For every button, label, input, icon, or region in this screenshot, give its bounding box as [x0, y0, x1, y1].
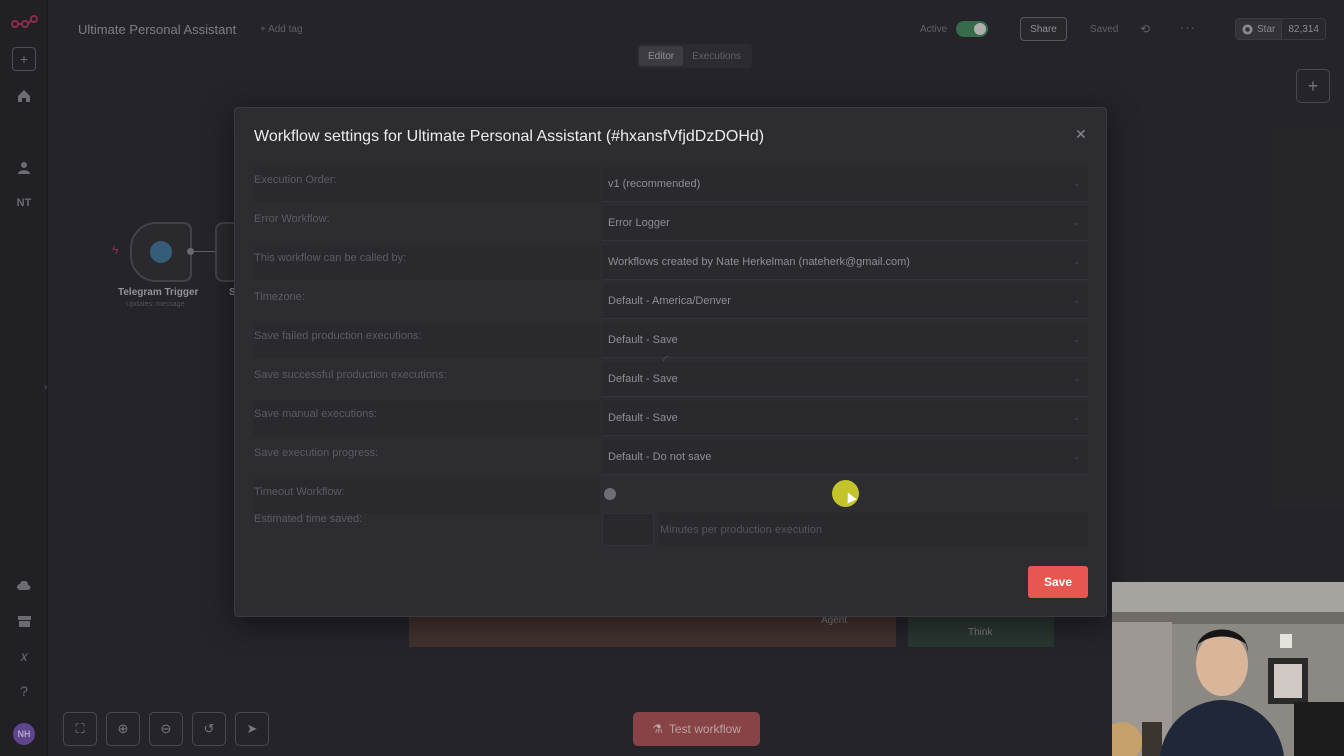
timeout-toggle[interactable] [604, 488, 616, 500]
chevron-down-icon: ⌄ [1073, 257, 1080, 266]
setting-row-time-saved: Estimated time saved: Minutes per produc… [254, 510, 1089, 549]
save-button[interactable]: Save [1028, 566, 1088, 598]
setting-row-timeout: Timeout Workflow: [254, 477, 1089, 514]
setting-row-execution-order: Execution Order: v1 (recommended) ⌄ [254, 165, 1089, 204]
select-value: Error Logger [608, 217, 670, 229]
setting-label: Error Workflow: [254, 213, 330, 225]
presenter-video-image [1112, 582, 1344, 756]
caller-policy-select[interactable]: Workflows created by Nate Herkelman (nat… [602, 245, 1088, 280]
setting-row-save-failed: Save failed production executions: Defau… [254, 321, 1089, 360]
chevron-down-icon: ⌄ [1073, 413, 1080, 422]
select-value: Default - Save [608, 334, 678, 346]
chevron-down-icon: ⌄ [1073, 179, 1080, 188]
chevron-down-icon: ⌄ [1073, 296, 1080, 305]
setting-label: Save successful production executions: [254, 369, 447, 381]
dialog-title: Workflow settings for Ultimate Personal … [254, 128, 765, 145]
setting-label: Execution Order: [254, 174, 337, 186]
setting-label: Timezone: [254, 291, 305, 303]
timezone-select[interactable]: Default - America/Denver ⌄ [602, 284, 1088, 319]
chevron-down-icon: ⌄ [1073, 452, 1080, 461]
setting-label: Estimated time saved: [254, 513, 363, 525]
setting-row-save-progress: Save execution progress: Default - Do no… [254, 438, 1089, 477]
save-failed-select[interactable]: Default - Save ⌄ [602, 323, 1088, 358]
select-value: v1 (recommended) [608, 178, 701, 190]
workflow-settings-dialog: Workflow settings for Ultimate Personal … [234, 107, 1107, 617]
time-saved-unit: Minutes per production execution [659, 513, 1088, 546]
setting-row-timezone: Timezone: Default - America/Denver ⌄ [254, 282, 1089, 321]
save-success-select[interactable]: Default - Save ⌄ [602, 362, 1088, 397]
setting-label: This workflow can be called by: [254, 252, 407, 264]
setting-row-save-success: Save successful production executions: D… [254, 360, 1089, 399]
save-progress-select[interactable]: Default - Do not save ⌄ [602, 440, 1088, 475]
setting-row-save-manual: Save manual executions: Default - Save ⌄ [254, 399, 1089, 438]
execution-order-select[interactable]: v1 (recommended) ⌄ [602, 167, 1088, 202]
error-workflow-select[interactable]: Error Logger ⌄ [602, 206, 1088, 241]
setting-label: Timeout Workflow: [254, 486, 345, 498]
chevron-down-icon: ⌄ [1073, 218, 1080, 227]
select-value: Default - America/Denver [608, 295, 731, 307]
chevron-down-icon: ⌄ [1073, 374, 1080, 383]
chevron-down-icon: ⌄ [1073, 335, 1080, 344]
select-value: Default - Save [608, 373, 678, 385]
time-saved-input[interactable] [602, 513, 654, 546]
close-icon[interactable]: ✕ [1075, 126, 1087, 143]
setting-label: Save manual executions: [254, 408, 377, 420]
setting-row-caller-policy: This workflow can be called by: Workflow… [254, 243, 1089, 282]
save-manual-select[interactable]: Default - Save ⌄ [602, 401, 1088, 436]
select-value: Default - Do not save [608, 451, 712, 463]
setting-label: Save execution progress: [254, 447, 379, 459]
select-value: Workflows created by Nate Herkelman (nat… [608, 256, 910, 268]
webcam-overlay [1112, 582, 1344, 756]
setting-row-error-workflow: Error Workflow: Error Logger ⌄ [254, 204, 1089, 243]
settings-form: Execution Order: v1 (recommended) ⌄ Error… [254, 165, 1089, 549]
select-value: Default - Save [608, 412, 678, 424]
loading-spinner-icon: ◜ [663, 352, 669, 368]
setting-label: Save failed production executions: [254, 330, 422, 342]
